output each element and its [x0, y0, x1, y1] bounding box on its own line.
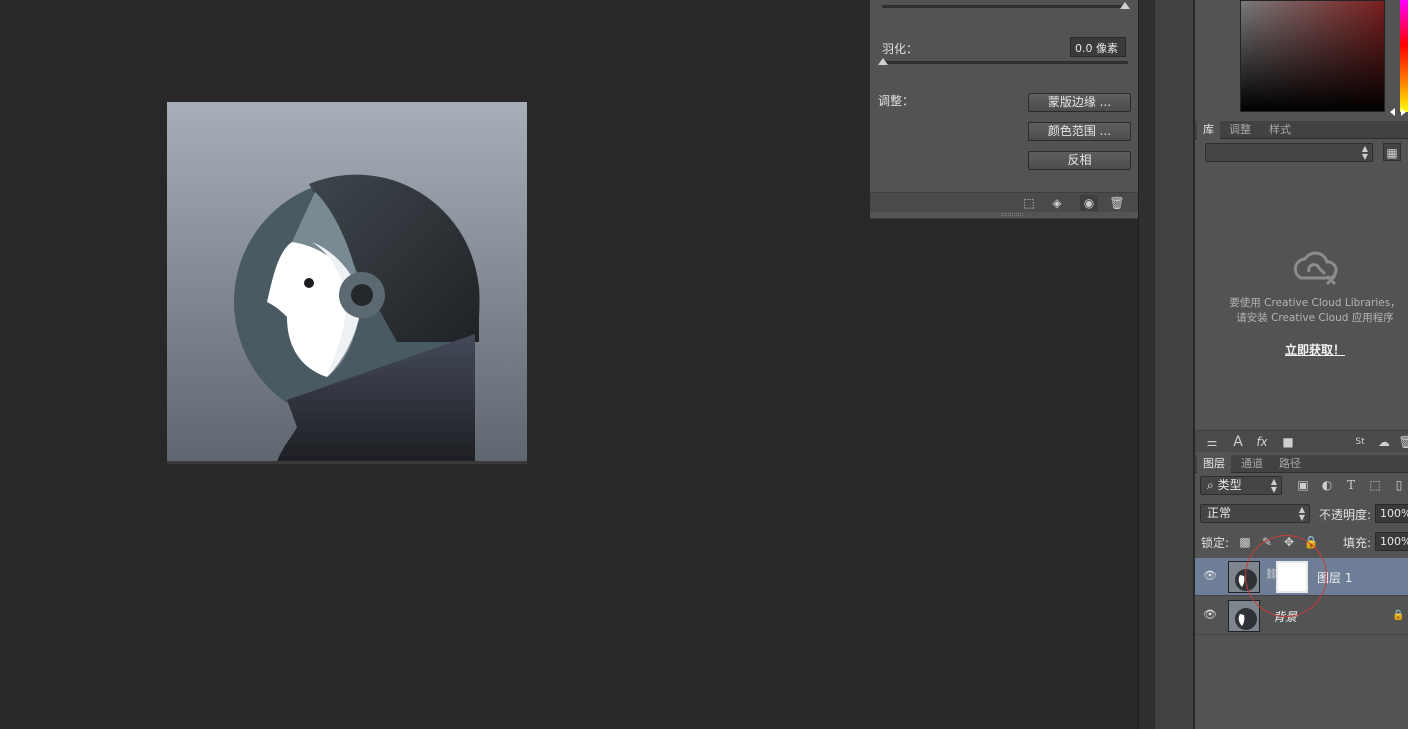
tab-paths[interactable]: 路径	[1273, 455, 1307, 473]
trash-icon[interactable]: 🗑	[1397, 433, 1408, 451]
smart-object-filter-icon[interactable]: ▯	[1390, 476, 1408, 494]
adjustment-filter-icon[interactable]: ◐	[1318, 476, 1336, 494]
layer-row-layer1[interactable]: 👁 ⛓ 图层 1	[1195, 558, 1408, 596]
fx-icon[interactable]: fx	[1253, 433, 1271, 451]
layer-name[interactable]: 图层 1	[1317, 569, 1352, 586]
lock-icon: 🔒	[1392, 610, 1405, 621]
search-icon: ⌕	[1207, 478, 1214, 492]
feather-input[interactable]: 0.0 像素	[1070, 37, 1126, 57]
right-panel-dock: 库 调整 样式 ▲ ▼ ▦ 要使用 Creative Cloud Librarie…	[1195, 0, 1408, 729]
dropdown-arrow-icon: ▲ ▼	[1270, 477, 1277, 494]
lock-image-pixels-icon[interactable]: ✎	[1258, 533, 1276, 551]
collapsed-panel-column	[1156, 0, 1194, 729]
opacity-label: 不透明度:	[1319, 508, 1372, 522]
lock-transparent-pixels-icon[interactable]: ▩	[1236, 533, 1254, 551]
lock-label: 锁定:	[1201, 536, 1230, 550]
layers-tab-strip: 图层 通道 路径	[1195, 455, 1408, 473]
library-message: 要使用 Creative Cloud Libraries， 请安装 Creati…	[1225, 296, 1405, 326]
color-picker-field[interactable]	[1240, 0, 1385, 112]
dropdown-arrow-icon: ▲ ▼	[1361, 144, 1368, 161]
layer-thumbnail[interactable]	[1228, 600, 1260, 632]
character-style-icon[interactable]: ⚌	[1203, 433, 1221, 451]
mask-edge-button[interactable]: 蒙版边缘 ...	[1028, 93, 1131, 112]
photoshop-workspace: 羽化： 0.0 像素 调整： 蒙版边缘 ... 颜色范围 ... 反相 ⬚ ◈ …	[0, 0, 1408, 729]
blend-mode-value: 正常	[1207, 506, 1232, 520]
library-message-line2: 请安装 Creative Cloud 应用程序	[1236, 312, 1394, 324]
fill-input[interactable]: 100%	[1375, 532, 1408, 551]
density-slider-thumb[interactable]	[1120, 2, 1130, 9]
layer-mask-thumbnail[interactable]	[1276, 561, 1308, 593]
dropdown-arrow-icon: ▲ ▼	[1298, 505, 1305, 522]
trash-icon[interactable]: 🗑	[1108, 195, 1126, 211]
tab-adjustments[interactable]: 调整	[1223, 121, 1257, 139]
tab-library[interactable]: 库	[1197, 121, 1220, 139]
eye-icon[interactable]: 👁	[1203, 569, 1217, 583]
get-now-link[interactable]: 立即获取！	[1255, 341, 1375, 358]
layer-row-background[interactable]: 👁 背景 🔒	[1195, 597, 1408, 635]
color-range-button[interactable]: 颜色范围 ...	[1028, 122, 1131, 141]
type-filter-icon[interactable]: T	[1342, 476, 1360, 494]
feather-label: 羽化：	[882, 42, 919, 56]
density-slider-track[interactable]	[882, 5, 1128, 8]
layer-thumbnail[interactable]	[1228, 561, 1260, 593]
cc-sync-icon[interactable]: ☁	[1375, 433, 1393, 451]
opacity-input[interactable]: 100%	[1375, 504, 1408, 523]
grid-view-icon[interactable]: ▦	[1383, 143, 1401, 161]
stock-icon[interactable]: St	[1351, 433, 1369, 451]
hue-slider-marker[interactable]	[1401, 108, 1406, 116]
library-message-line1: 要使用 Creative Cloud Libraries，	[1229, 297, 1401, 309]
layer-filter-select[interactable]: ⌕ 类型 ▲ ▼	[1200, 476, 1282, 495]
color-field-marker	[1390, 108, 1395, 116]
dock-divider[interactable]	[1138, 0, 1156, 729]
hue-slider[interactable]	[1400, 0, 1408, 112]
shape-filter-icon[interactable]: ⬚	[1366, 476, 1384, 494]
apply-mask-icon[interactable]: ◈	[1048, 195, 1066, 211]
canvas-artwork[interactable]	[167, 102, 527, 462]
properties-footer: ⬚ ◈ ◉ 🗑 ⋰	[870, 192, 1154, 212]
invert-button[interactable]: 反相	[1028, 151, 1131, 170]
lock-all-icon[interactable]: 🔒	[1302, 533, 1320, 551]
lock-position-icon[interactable]: ✥	[1280, 533, 1298, 551]
layer-name[interactable]: 背景	[1273, 608, 1297, 625]
tab-styles[interactable]: 样式	[1263, 121, 1297, 139]
text-icon[interactable]: A	[1229, 433, 1247, 451]
image-filter-icon[interactable]: ▣	[1294, 476, 1312, 494]
feather-slider-thumb[interactable]	[878, 58, 888, 65]
eye-icon[interactable]: 👁	[1203, 608, 1217, 622]
layer-filter-value: 类型	[1217, 478, 1242, 492]
adjust-label: 调整：	[878, 94, 915, 108]
library-toolbar: ⚌ A fx ■ St ☁ 🗑	[1195, 430, 1408, 452]
color-swatch-icon[interactable]: ■	[1279, 433, 1297, 451]
canvas-edge	[167, 461, 527, 464]
selection-icon[interactable]: ⬚	[1020, 195, 1038, 211]
properties-panel: 羽化： 0.0 像素 调整： 蒙版边缘 ... 颜色范围 ... 反相 ⬚ ◈ …	[870, 0, 1154, 219]
feather-slider-track[interactable]	[882, 61, 1128, 64]
library-tab-strip: 库 调整 样式	[1195, 121, 1408, 139]
tab-layers[interactable]: 图层	[1197, 455, 1231, 473]
library-select[interactable]: ▲ ▼	[1205, 143, 1373, 162]
panel-resize-handle[interactable]	[1001, 213, 1023, 216]
visibility-icon[interactable]: ◉	[1080, 195, 1098, 211]
tab-channels[interactable]: 通道	[1235, 455, 1269, 473]
creative-cloud-icon	[1293, 251, 1338, 286]
blend-mode-select[interactable]: 正常 ▲ ▼	[1200, 504, 1310, 523]
fill-label: 填充:	[1343, 536, 1372, 550]
